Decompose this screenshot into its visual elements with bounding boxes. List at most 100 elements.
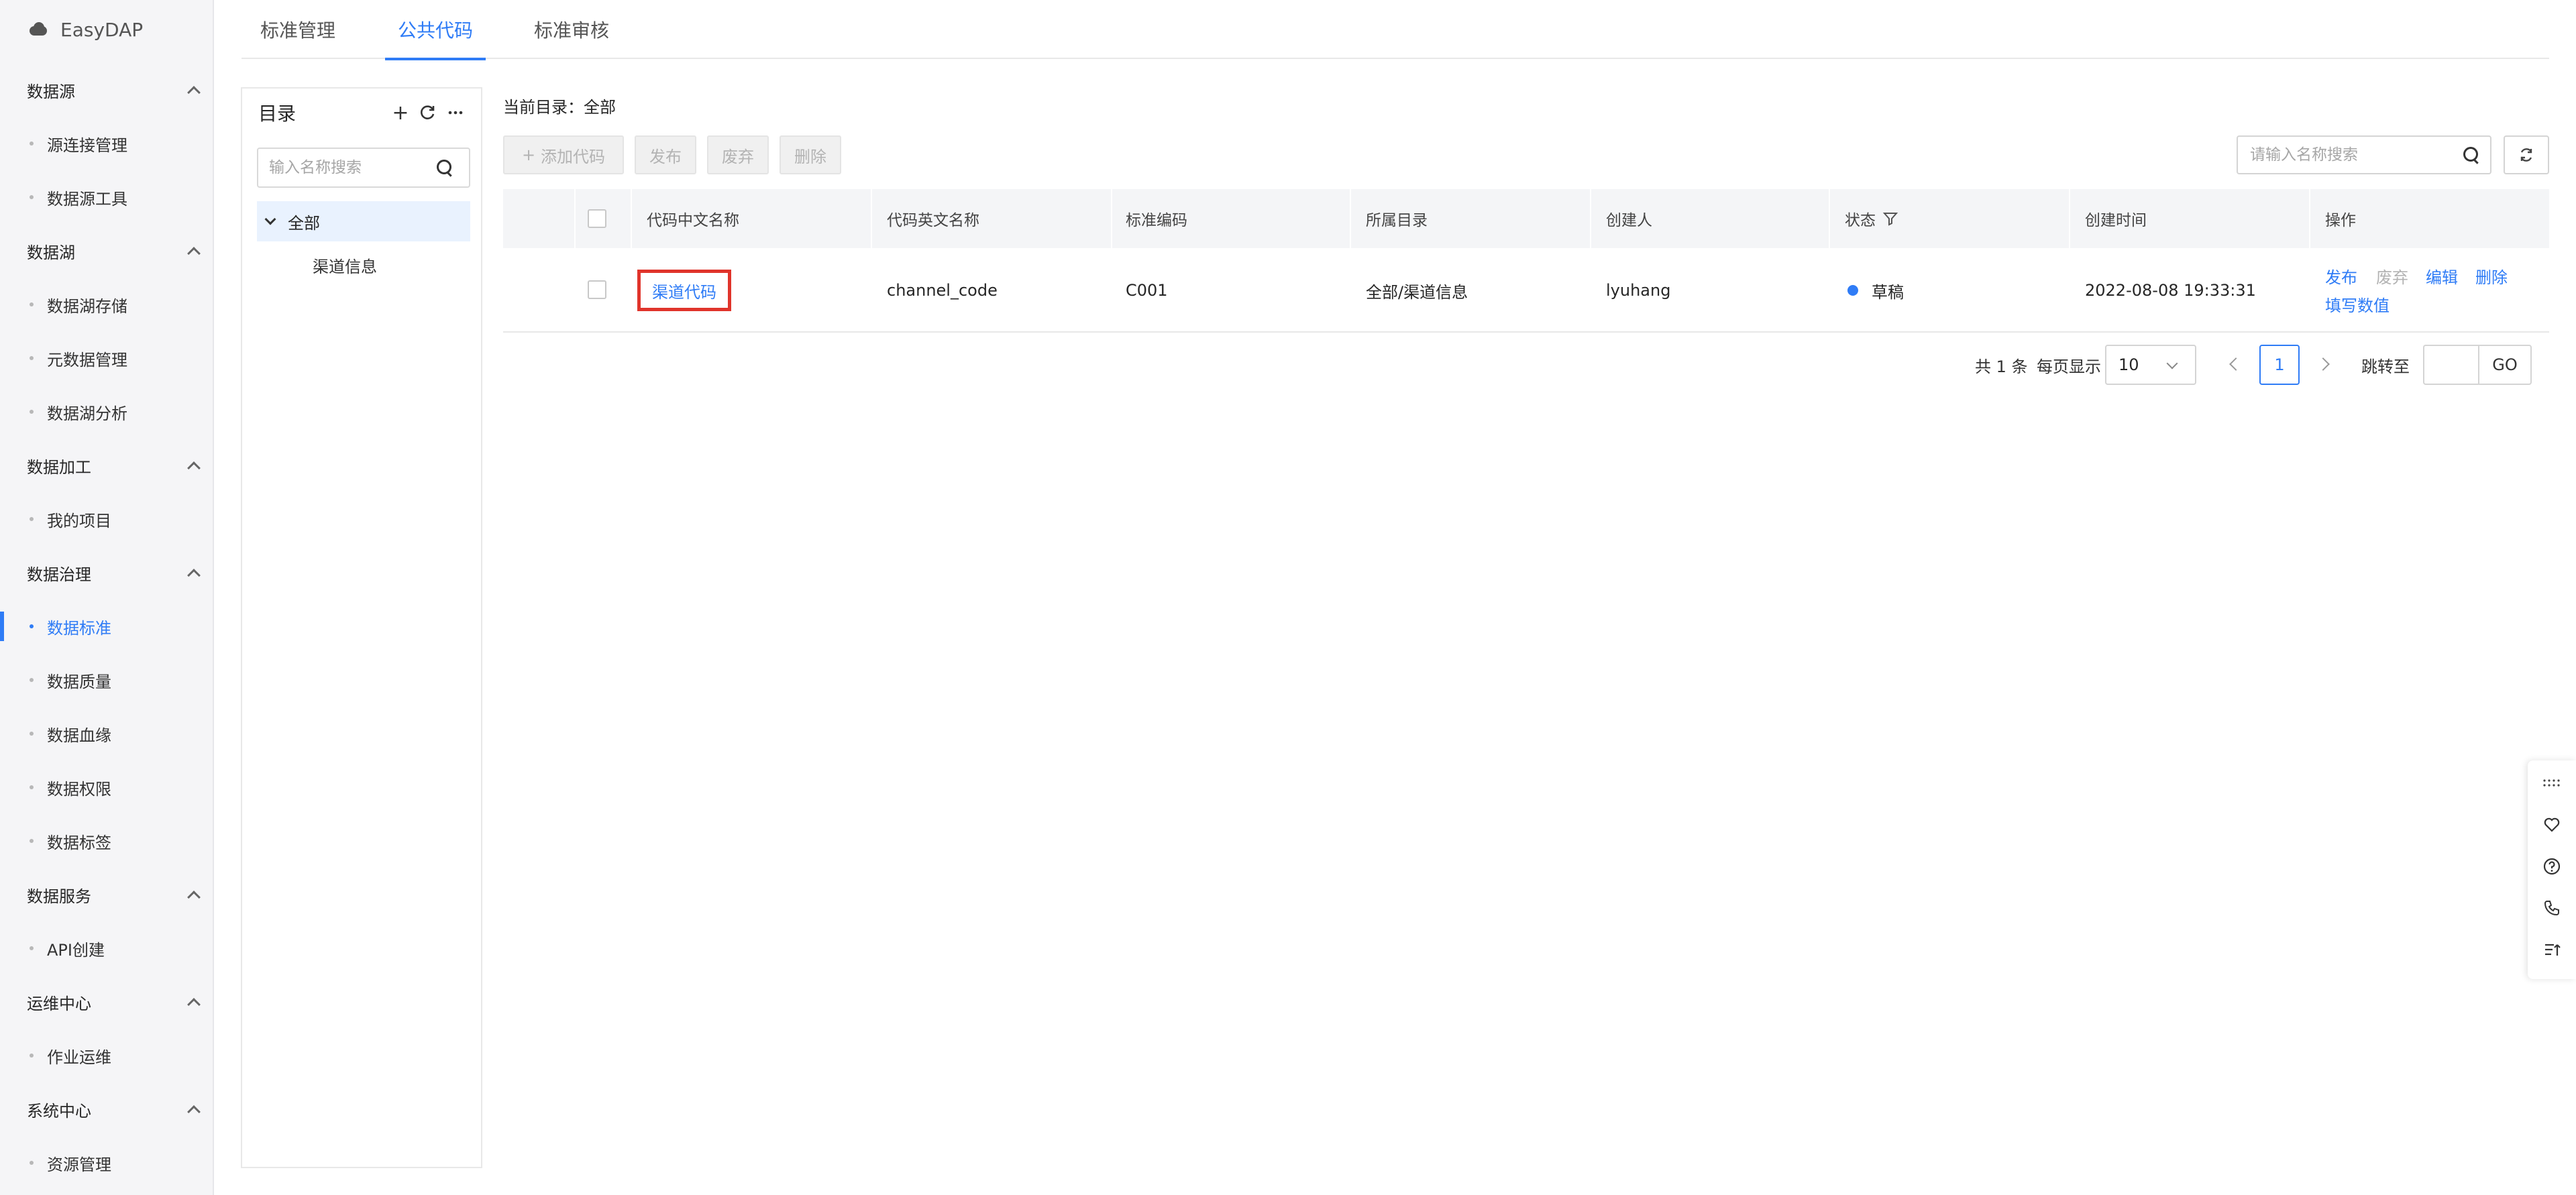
add-code-button[interactable]: + 添加代码	[503, 135, 624, 174]
nav-group-system-center[interactable]: 系统中心	[27, 1096, 203, 1123]
sidebar: EasyDAP 数据源 源连接管理 数据源工具 数据湖 数据湖存储 元数据管理 …	[0, 0, 214, 1195]
delete-button[interactable]: 删除	[780, 135, 841, 174]
nav-group-label: 数据治理	[27, 565, 91, 584]
sidebar-item-datasource-tools[interactable]: 数据源工具	[0, 182, 213, 212]
chevron-up-icon	[187, 1105, 201, 1119]
chevron-up-icon	[187, 998, 201, 1011]
chevron-up-icon	[187, 461, 201, 475]
tree-node-channel-info[interactable]: 渠道信息	[313, 248, 377, 282]
tree-node-all[interactable]: 全部	[257, 201, 470, 241]
sidebar-item-data-lineage[interactable]: 数据血缘	[0, 719, 213, 748]
table-row: 渠道代码 channel_code C001 全部/渠道信息 lyuhang 草…	[503, 248, 2549, 333]
brand-name: EasyDAP	[60, 18, 144, 41]
nav-group-ops-center[interactable]: 运维中心	[27, 988, 203, 1015]
sidebar-item-label: 数据标签	[47, 833, 111, 852]
refresh-icon[interactable]	[417, 102, 438, 123]
sidebar-item-job-ops[interactable]: 作业运维	[0, 1041, 213, 1070]
sidebar-item-datalake-analysis[interactable]: 数据湖分析	[0, 397, 213, 426]
more-icon[interactable]	[445, 102, 466, 123]
top-tabs: 标准管理 公共代码 标准审核	[241, 0, 2549, 60]
main-search	[2237, 135, 2491, 174]
row-checkbox[interactable]	[588, 280, 606, 299]
search-icon[interactable]	[2463, 147, 2479, 163]
publish-button[interactable]: 发布	[635, 135, 696, 174]
nav-group-label: 数据湖	[27, 243, 75, 262]
row-edit-link[interactable]: 编辑	[2426, 264, 2458, 288]
sidebar-item-label: 数据血缘	[47, 726, 111, 745]
tab-standard-review[interactable]: 标准审核	[530, 0, 613, 59]
header-status-label: 状态	[1845, 212, 1876, 229]
nav-group-processing[interactable]: 数据加工	[27, 452, 203, 479]
nav-group-label: 系统中心	[27, 1101, 91, 1121]
code-name-link[interactable]: 渠道代码	[637, 270, 731, 311]
row-publish-link[interactable]: 发布	[2325, 264, 2357, 288]
logo[interactable]: EasyDAP	[27, 15, 143, 44]
sidebar-item-label: API创建	[47, 940, 105, 960]
sidebar-item-api-create[interactable]: API创建	[0, 933, 213, 963]
column-divider	[2069, 189, 2070, 248]
sidebar-item-resource-mgmt[interactable]: 资源管理	[0, 1148, 213, 1178]
row-delete-link[interactable]: 删除	[2475, 264, 2508, 288]
sidebar-item-label: 源连接管理	[47, 135, 127, 155]
refresh-button[interactable]	[2504, 135, 2549, 174]
plus-icon: +	[521, 146, 536, 164]
go-button[interactable]: GO	[2478, 345, 2532, 385]
bullet-icon	[30, 678, 34, 682]
header-en-name: 代码英文名称	[887, 212, 979, 229]
nav-group-governance[interactable]: 数据治理	[27, 559, 203, 586]
nav-group-datalake[interactable]: 数据湖	[27, 237, 203, 264]
cell-creator: lyuhang	[1606, 281, 1671, 300]
prev-page-icon[interactable]	[2229, 357, 2243, 371]
bullet-icon	[30, 302, 34, 306]
sidebar-item-datalake-storage[interactable]: 数据湖存储	[0, 290, 213, 319]
active-indicator	[0, 612, 4, 641]
bullet-icon	[30, 1054, 34, 1058]
sidebar-item-data-permission[interactable]: 数据权限	[0, 773, 213, 802]
favorite-heart-icon[interactable]	[2542, 815, 2561, 834]
chevron-up-icon	[187, 86, 201, 99]
discard-button[interactable]: 废弃	[707, 135, 769, 174]
tab-public-code[interactable]: 公共代码	[385, 0, 486, 60]
sidebar-item-data-standard[interactable]: 数据标准	[0, 612, 213, 641]
nav-group-datasource[interactable]: 数据源	[27, 76, 203, 103]
bullet-icon	[30, 839, 34, 843]
select-all-checkbox[interactable]	[588, 209, 606, 228]
directory-title: 目录	[258, 103, 297, 125]
sidebar-item-data-quality[interactable]: 数据质量	[0, 665, 213, 695]
page-number-button[interactable]: 1	[2259, 345, 2300, 385]
sidebar-item-metadata[interactable]: 元数据管理	[0, 343, 213, 373]
phone-icon[interactable]	[2542, 899, 2561, 917]
filter-icon[interactable]	[1882, 211, 1898, 227]
tab-standard-management[interactable]: 标准管理	[255, 0, 341, 59]
add-icon[interactable]: +	[390, 101, 411, 125]
sidebar-item-label: 数据权限	[47, 779, 111, 799]
bullet-icon	[30, 410, 34, 414]
bullet-icon	[30, 195, 34, 199]
main-search-input[interactable]	[2238, 137, 2446, 173]
directory-search-input[interactable]	[258, 149, 426, 186]
next-page-icon[interactable]	[2316, 357, 2330, 371]
search-icon[interactable]	[437, 160, 453, 176]
sidebar-item-source-connection[interactable]: 源连接管理	[0, 129, 213, 158]
nav-group-data-service[interactable]: 数据服务	[27, 881, 203, 908]
jump-to-input[interactable]	[2423, 345, 2478, 385]
current-directory: 当前目录：全部	[503, 94, 616, 117]
sidebar-item-label: 作业运维	[47, 1047, 111, 1067]
row-discard-link[interactable]: 废弃	[2376, 264, 2408, 288]
cell-directory: 全部/渠道信息	[1366, 282, 1468, 302]
status-badge: 草稿	[1872, 282, 1904, 302]
header-cn-name: 代码中文名称	[647, 212, 739, 229]
chevron-down-icon[interactable]	[264, 213, 276, 225]
sidebar-item-data-tags[interactable]: 数据标签	[0, 826, 213, 856]
chevron-down-icon	[2166, 357, 2178, 369]
help-icon[interactable]	[2542, 857, 2561, 876]
list-sort-icon[interactable]	[2542, 940, 2561, 959]
page-size-select[interactable]: 10	[2105, 345, 2196, 385]
drag-handle-icon[interactable]	[2542, 774, 2561, 793]
sidebar-item-label: 数据源工具	[47, 189, 127, 209]
current-directory-value: 全部	[584, 98, 616, 117]
column-divider	[1350, 189, 1351, 248]
row-fill-values-link[interactable]: 填写数值	[2325, 292, 2390, 316]
header-actions: 操作	[2325, 212, 2356, 229]
sidebar-item-my-projects[interactable]: 我的项目	[0, 504, 213, 534]
